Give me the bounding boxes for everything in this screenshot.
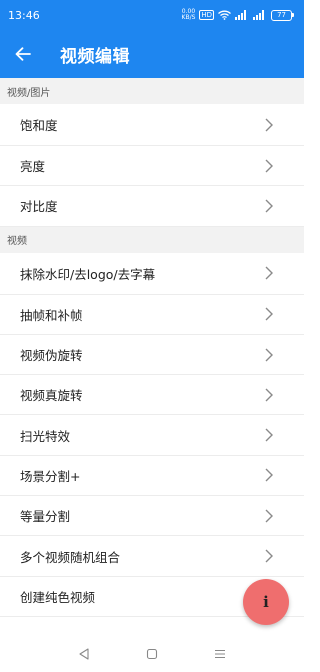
list-item-label: 对比度 [20, 199, 58, 215]
chevron-right-icon [265, 118, 273, 131]
hd-badge: HD [199, 10, 215, 20]
chevron-right-icon [265, 266, 273, 280]
info-fab-button[interactable]: i [243, 579, 289, 625]
list-item-label: 抹除水印/去logo/去字幕 [20, 266, 156, 282]
section-header-video: 视频 [0, 226, 304, 253]
battery-icon: 77 [271, 9, 294, 21]
list-item-label: 抽帧和补帧 [20, 307, 83, 323]
chevron-right-icon [265, 199, 273, 213]
info-icon: i [263, 593, 269, 611]
status-bar: 13:46 0.00 KB/S HD 77 [0, 0, 304, 30]
list-item-random-combine[interactable]: 多个视频随机组合 [0, 536, 304, 577]
chevron-right-icon [265, 509, 273, 523]
list-item-label: 视频真旋转 [20, 388, 83, 404]
network-speed: 0.00 KB/S [182, 9, 196, 21]
status-time: 13:46 [8, 8, 40, 22]
list-item-label: 场景分割+ [20, 468, 81, 484]
list-item-brightness[interactable]: 亮度 [0, 146, 304, 187]
system-nav-bar [0, 636, 304, 672]
list-item-sweep-light[interactable]: 扫光特效 [0, 415, 304, 456]
list-item-label: 饱和度 [20, 118, 58, 133]
list-item-label: 创建纯色视频 [20, 589, 96, 605]
list-item-true-rotate[interactable]: 视频真旋转 [0, 375, 304, 416]
list-item-saturation[interactable]: 饱和度 [0, 104, 304, 146]
chevron-right-icon [265, 428, 273, 442]
menu-lines-icon [215, 649, 225, 659]
settings-list: 视频/图片 饱和度 亮度 对比度 视频 抹除水印/去logo/去字幕 抽帧和补帧… [0, 78, 304, 617]
chevron-right-icon [265, 468, 273, 482]
page-title: 视频编辑 [60, 46, 130, 67]
triangle-back-icon [79, 648, 89, 660]
list-item-label: 视频伪旋转 [20, 348, 83, 364]
signal-icon-sim2 [253, 10, 265, 20]
chevron-right-icon [265, 348, 273, 362]
list-item-label: 等量分割 [20, 509, 71, 525]
chevron-right-icon [265, 307, 273, 321]
list-item-equal-split[interactable]: 等量分割 [0, 496, 304, 537]
battery-level: 77 [271, 9, 292, 21]
status-icons: 0.00 KB/S HD 77 [182, 9, 294, 21]
list-item-label: 亮度 [20, 159, 46, 175]
list-item-label: 扫光特效 [20, 428, 71, 444]
arrow-left-icon [15, 47, 31, 61]
network-speed-unit: KB/S [181, 14, 196, 21]
list-item-contrast[interactable]: 对比度 [0, 186, 304, 227]
back-button[interactable] [0, 30, 46, 78]
section-header-video-image: 视频/图片 [0, 78, 304, 104]
square-home-icon [146, 648, 158, 660]
wifi-icon [218, 10, 232, 20]
battery-tip [292, 13, 294, 17]
chevron-right-icon [265, 159, 273, 173]
app-bar: 视频编辑 [0, 30, 304, 78]
list-item-remove-watermark[interactable]: 抹除水印/去logo/去字幕 [0, 252, 304, 295]
list-item-scene-split[interactable]: 场景分割+ [0, 455, 304, 497]
list-item-pseudo-rotate[interactable]: 视频伪旋转 [0, 334, 304, 376]
nav-home-button[interactable] [140, 642, 164, 666]
list-item-frame-interpolation[interactable]: 抽帧和补帧 [0, 294, 304, 335]
nav-back-button[interactable] [72, 642, 96, 666]
nav-recents-button[interactable] [208, 642, 232, 666]
signal-icon-sim1 [235, 10, 247, 20]
chevron-right-icon [265, 388, 273, 402]
list-item-label: 多个视频随机组合 [20, 549, 121, 565]
chevron-right-icon [265, 549, 273, 563]
